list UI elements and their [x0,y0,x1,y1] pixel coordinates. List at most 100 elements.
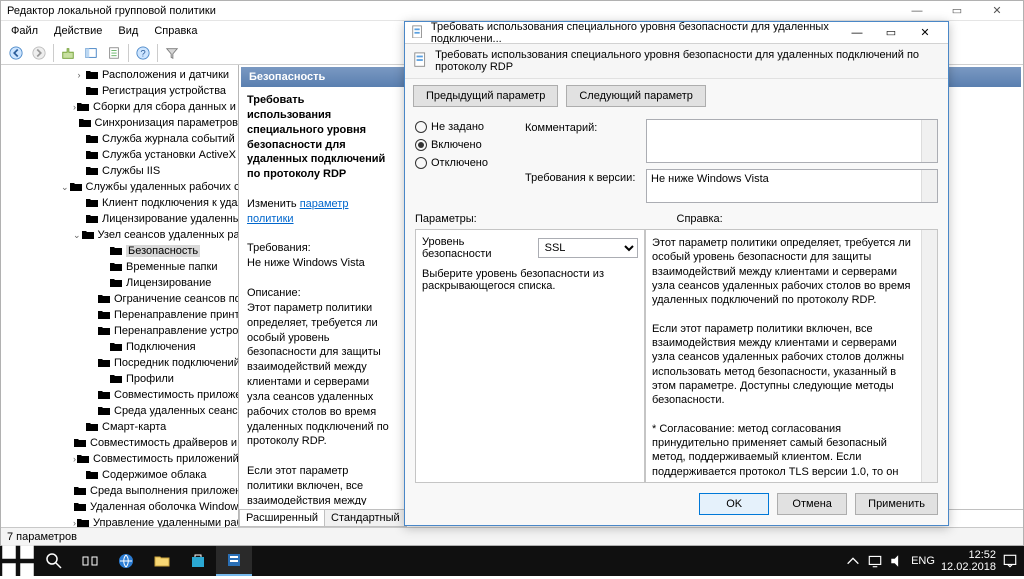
status-text: 7 параметров [7,531,77,543]
folder-icon [85,133,99,145]
tree-item[interactable]: Удаленная оболочка Windows [1,499,238,515]
tree-item[interactable]: Среда выполнения приложений [1,483,238,499]
taskbar-mmc-icon[interactable] [216,546,252,576]
tree-item[interactable]: Лицензирование [1,275,238,291]
tree-item[interactable]: Подключения [1,339,238,355]
folder-icon [97,325,111,337]
security-level-select[interactable]: SSL [538,238,638,258]
tree-item[interactable]: Ограничение сеансов по времени [1,291,238,307]
show-hide-tree-button[interactable] [80,43,102,63]
taskbar-ie-icon[interactable] [108,546,144,576]
folder-icon [73,501,87,513]
tree-item[interactable]: Перенаправление устройств и ресурсов [1,323,238,339]
tree-item[interactable]: ›Сборки для сбора данных и предварительн… [1,99,238,115]
tree-item[interactable]: Среда удаленных сеансов [1,403,238,419]
tree-item[interactable]: Совместимость приложений [1,387,238,403]
tree-item[interactable]: Синхронизация параметров [1,115,238,131]
expand-icon[interactable]: › [73,69,85,81]
menu-help[interactable]: Справка [148,23,203,39]
version-field: Не ниже Windows Vista [646,169,938,203]
tab-standard[interactable]: Стандартный [324,510,407,527]
tree-item[interactable]: ⌄ Службы удаленных рабочих столов [1,179,238,195]
tree-item-label: Службы удаленных рабочих столов [86,181,239,193]
tab-extended[interactable]: Расширенный [239,510,325,527]
tree-item-label: Содержимое облака [102,469,206,481]
folder-icon [85,213,99,225]
ok-button[interactable]: OK [699,493,769,515]
apply-button[interactable]: Применить [855,493,938,515]
filter-button[interactable] [161,43,183,63]
folder-icon [85,149,99,161]
comment-field[interactable] [646,119,938,163]
tree-item[interactable]: Посредник подключений к удаленному рабоч… [1,355,238,371]
version-label: Требования к версии: [525,169,640,184]
tray-volume-icon[interactable] [889,553,905,569]
radio-disabled[interactable]: Отключено [415,157,525,169]
main-close-button[interactable]: ✕ [977,1,1017,21]
folder-icon [85,69,99,81]
collapse-icon[interactable]: ⌄ [61,181,69,193]
tray-network-icon[interactable] [867,553,883,569]
radio-not-configured[interactable]: Не задано [415,121,525,133]
tree-item[interactable]: Перенаправление принтеров [1,307,238,323]
folder-icon [85,421,99,433]
no-expand-icon [73,149,85,161]
tree-item[interactable]: Служба журнала событий [1,131,238,147]
tree-item[interactable]: Содержимое облака [1,467,238,483]
help-button[interactable]: ? [132,43,154,63]
tree-item[interactable]: Временные папки [1,259,238,275]
task-view-icon[interactable] [72,546,108,576]
main-maximize-button[interactable]: ▭ [937,1,977,21]
taskbar-explorer-icon[interactable] [144,546,180,576]
dialog-nav: Предыдущий параметр Следующий параметр [405,79,948,113]
tree-item[interactable]: Службы IIS [1,163,238,179]
previous-setting-button[interactable]: Предыдущий параметр [413,85,558,107]
policy-tree[interactable]: ›Расположения и датчикиРегистрация устро… [1,65,239,527]
taskbar-store-icon[interactable] [180,546,216,576]
tree-item[interactable]: Регистрация устройства [1,83,238,99]
tree-item[interactable]: Безопасность [1,243,238,259]
tree-item-label: Временные папки [126,261,217,273]
params-panel: Уровень безопасности SSL Выберите уровен… [415,229,645,483]
collapse-icon[interactable]: ⌄ [73,229,81,241]
help-scrollbar[interactable] [921,230,937,482]
tray-language[interactable]: ENG [911,555,935,567]
dialog-subtitle: Требовать использования специального уро… [435,49,940,73]
no-expand-icon [97,245,109,257]
help-header: Справка: [677,213,939,225]
dialog-close-button[interactable]: ✕ [908,23,942,43]
tree-item[interactable]: Лицензирование удаленных рабочих столов [1,211,238,227]
main-minimize-button[interactable]: — [897,1,937,21]
tray-notifications-icon[interactable] [1002,553,1018,569]
tree-item-label: Профили [126,373,174,385]
tree-item-label: Служба журнала событий [102,133,235,145]
menu-view[interactable]: Вид [112,23,144,39]
tree-item[interactable]: ›Управление удаленными рабочими столами … [1,515,238,527]
radio-enabled[interactable]: Включено [415,139,525,151]
tree-item[interactable]: Клиент подключения к удаленному рабочему… [1,195,238,211]
tree-item[interactable]: ⌄Узел сеансов удаленных рабочих столов [1,227,238,243]
tree-item[interactable]: ›Расположения и датчики [1,67,238,83]
tree-item-label: Совместимость приложений [114,389,239,401]
forward-button[interactable] [28,43,50,63]
tree-item[interactable]: ›Совместимость приложений [1,451,238,467]
tree-item[interactable]: Смарт-карта [1,419,238,435]
menu-file[interactable]: Файл [5,23,44,39]
tree-item[interactable]: Служба установки ActiveX [1,147,238,163]
up-button[interactable] [57,43,79,63]
tray-chevron-up-icon[interactable] [845,553,861,569]
menu-action[interactable]: Действие [48,23,108,39]
folder-icon [97,357,111,369]
dialog-minimize-button[interactable]: — [840,23,874,43]
search-icon[interactable] [36,546,72,576]
back-button[interactable] [5,43,27,63]
export-button[interactable] [103,43,125,63]
next-setting-button[interactable]: Следующий параметр [566,85,706,107]
folder-icon [109,277,123,289]
start-button[interactable] [0,546,36,576]
tree-item[interactable]: Профили [1,371,238,387]
cancel-button[interactable]: Отмена [777,493,847,515]
tray-clock[interactable]: 12:52 12.02.2018 [941,549,996,573]
tree-item[interactable]: Совместимость драйверов и устройств [1,435,238,451]
dialog-maximize-button[interactable]: ▭ [874,23,908,43]
